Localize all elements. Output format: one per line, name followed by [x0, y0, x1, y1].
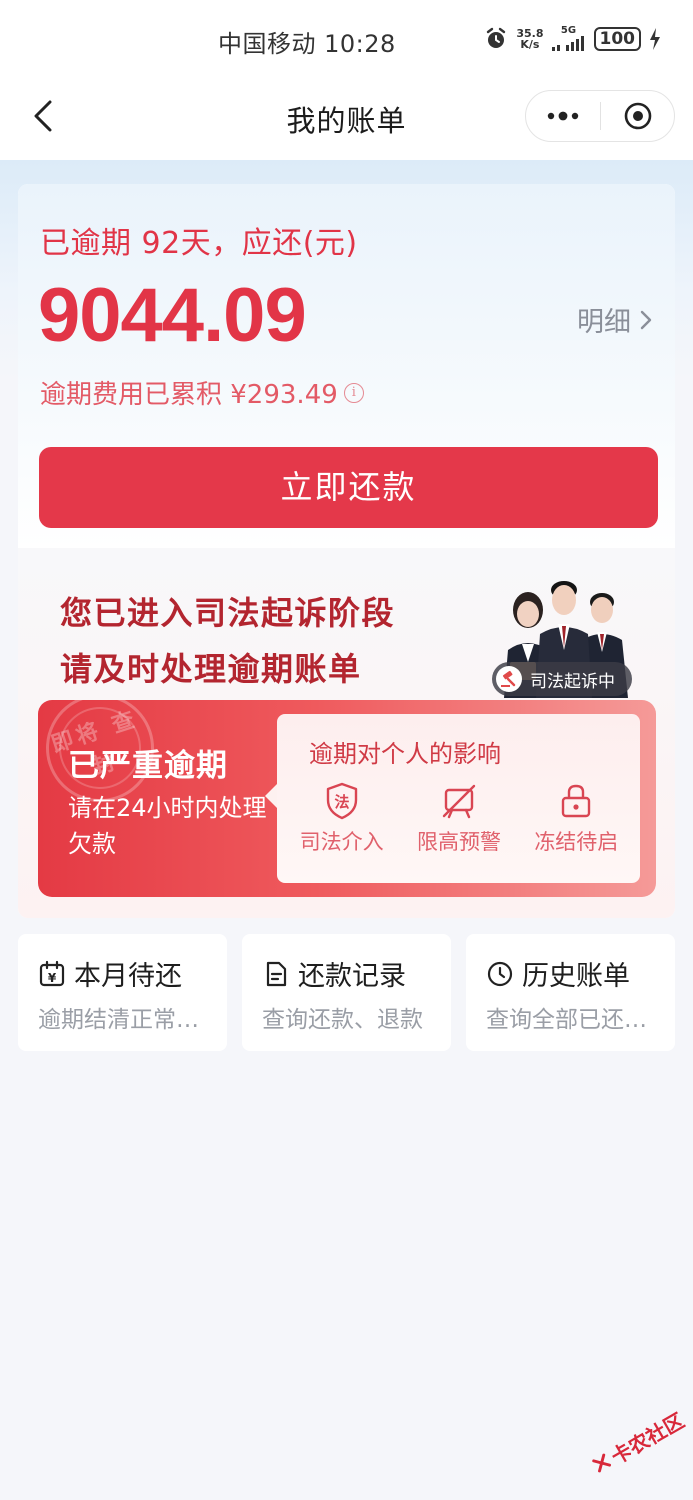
bill-summary: 已逾期 92天，应还(元) 9044.09 明细 逾期费用已累积 ¥293.49… — [18, 184, 675, 548]
document-icon — [266, 961, 287, 986]
mini-program-capsule — [525, 90, 675, 142]
target-close-icon — [624, 102, 651, 130]
quick-link-title-row: 还款记录 — [262, 954, 406, 993]
network-type: 5G — [560, 25, 577, 36]
chevron-right-icon — [640, 310, 652, 329]
alarm-icon — [487, 27, 506, 48]
quick-link-title-row: ¥ 本月待还 — [38, 954, 182, 993]
severe-overdue-box: 即将 查封 已严重逾期 请在24小时内处理欠款 逾期对个人的影响 法 司法介入 — [38, 700, 656, 897]
watermark-text: 卡农社区 — [606, 1407, 689, 1469]
calendar-yen-icon: ¥ — [39, 960, 65, 986]
detail-link[interactable]: 明细 — [577, 300, 653, 339]
amount-due: 9044.09 — [38, 273, 307, 358]
more-button[interactable] — [526, 91, 600, 141]
impact-title: 逾期对个人的影响 — [309, 740, 501, 768]
bill-card: 已逾期 92天，应还(元) 9044.09 明细 逾期费用已累积 ¥293.49… — [18, 184, 675, 918]
svg-text:¥: ¥ — [48, 971, 57, 985]
gavel-icon — [496, 666, 522, 692]
quick-link-title-row: 历史账单 — [486, 954, 630, 993]
lawsuit-tag-label: 司法起诉中 — [530, 671, 615, 692]
nav-bar: 我的账单 — [0, 78, 693, 160]
impact-item: 法 司法介入 — [283, 782, 400, 856]
quick-link-title: 还款记录 — [298, 961, 406, 992]
signal-icon — [551, 36, 584, 51]
impact-list: 法 司法介入 限高预警 冻结待启 — [283, 782, 635, 856]
clock-icon — [487, 961, 513, 986]
more-dots-icon — [547, 111, 579, 121]
quick-link-subtitle: 查询还款、退款 — [262, 1007, 423, 1033]
carrier-time: 中国移动 10:28 — [218, 30, 396, 58]
overdue-title: 已逾期 92天，应还(元) — [40, 226, 358, 261]
quick-link-subtitle: 逾期结清正常还款 — [38, 1007, 216, 1033]
impact-panel: 逾期对个人的影响 法 司法介入 限高预警 冻结待启 — [265, 714, 640, 883]
net-speed: 35.8 K/s — [516, 28, 543, 50]
severe-overdue-title: 已严重逾期 — [68, 748, 228, 784]
quick-link-repay-records[interactable]: 还款记录 查询还款、退款 — [242, 934, 451, 1051]
impact-label: 限高预警 — [416, 830, 501, 854]
impact-item: 冻结待启 — [518, 782, 635, 856]
legal-notice-line2: 请及时处理逾期账单 — [60, 650, 362, 688]
quick-link-history-bills[interactable]: 历史账单 查询全部已还账单 — [466, 934, 675, 1051]
severe-overdue-desc: 请在24小时内处理欠款 — [68, 794, 267, 858]
status-icons: 35.8 K/s 5G 100 — [484, 26, 661, 52]
charging-icon — [650, 28, 660, 50]
battery-indicator: 100 — [593, 27, 641, 51]
lock-icon — [562, 784, 591, 818]
watermark: 卡农社区 — [580, 1391, 693, 1493]
overdue-fee: 逾期费用已累积 ¥293.49 i — [40, 374, 364, 411]
net-speed-unit: K/s — [520, 38, 540, 51]
impact-item: 限高预警 — [400, 782, 517, 856]
status-bar: 中国移动 10:28 35.8 K/s 5G 100 — [0, 0, 693, 78]
legal-notice-section: 您已进入司法起诉阶段 请及时处理逾期账单 司法起诉中 即将 查封 已严重逾期 请… — [18, 548, 675, 918]
impact-label: 冻结待启 — [534, 830, 619, 854]
info-icon[interactable]: i — [343, 382, 364, 403]
quick-link-title: 历史账单 — [522, 961, 630, 992]
legal-notice-line1: 您已进入司法起诉阶段 — [60, 594, 396, 632]
lawsuit-status-tag: 司法起诉中 — [492, 662, 632, 696]
quick-link-subtitle: 查询全部已还账单 — [486, 1007, 664, 1033]
no-flight-icon — [442, 784, 476, 819]
quick-link-title: 本月待还 — [74, 961, 182, 992]
impact-label: 司法介入 — [299, 830, 384, 854]
overdue-fee-text: 逾期费用已累积 ¥293.49 — [40, 380, 338, 410]
quick-link-this-month[interactable]: ¥ 本月待还 逾期结清正常还款 — [18, 934, 227, 1051]
network-indicator: 5G — [551, 25, 586, 52]
law-shield-icon: 法 — [326, 782, 357, 820]
close-mini-program-button[interactable] — [601, 91, 674, 141]
detail-label: 明细 — [577, 307, 631, 338]
repay-now-button[interactable]: 立即还款 — [39, 447, 658, 528]
svg-text:法: 法 — [334, 793, 349, 811]
